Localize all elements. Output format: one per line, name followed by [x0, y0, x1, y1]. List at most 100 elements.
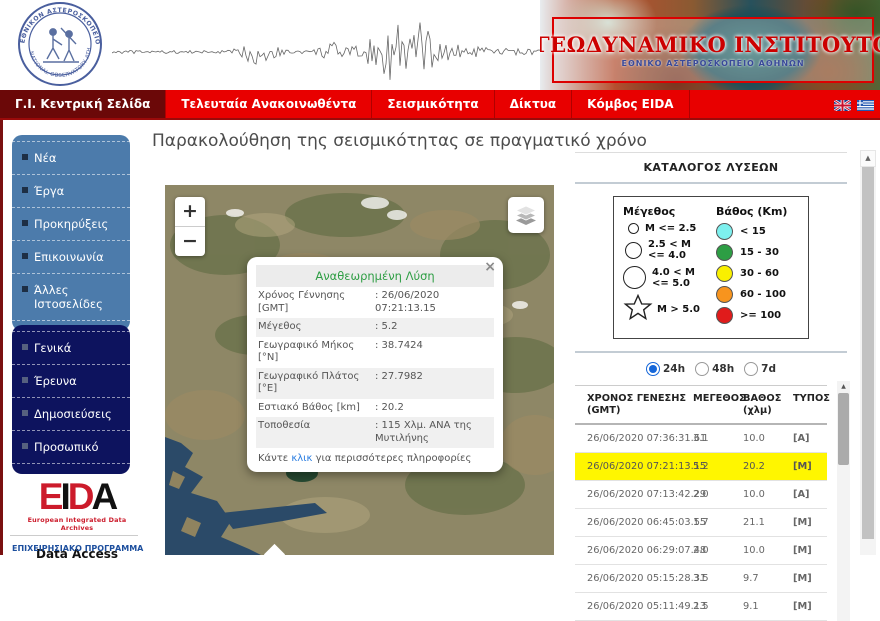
magnitude-legend: Μέγεθος M <= 2.5 2.5 < M <= 4.0 4.0 < M … [623, 205, 706, 330]
page-title: Παρακολούθηση της σεισμικότητας σε πραγμ… [152, 131, 647, 151]
depth-color-dot [716, 223, 733, 240]
legend-depth-4: 60 - 100 [716, 286, 799, 303]
col-header-magnitude[interactable]: ΜΕΓΕΘΟΣ [691, 385, 746, 426]
bullet-icon [22, 253, 28, 259]
scrollbar-thumb[interactable] [838, 393, 849, 465]
earthquake-table: ΧΡΟΝΟΣ ΓΕΝΕΣΗΣ (GMT) ΜΕΓΕΘΟΣ ΒΑΘΟΣ (χλμ)… [575, 385, 830, 621]
solutions-catalog-panel: ΚΑΤΑΛΟΓΟΣ ΛΥΣΕΩΝ Μέγεθος M <= 2.5 2.5 < … [575, 152, 850, 621]
legend-depth-2: 15 - 30 [716, 244, 799, 261]
depth-legend: Βάθος (Km) < 15 15 - 30 30 - 60 60 - 100… [716, 205, 799, 330]
scroll-up-icon[interactable]: ▲ [860, 150, 876, 167]
nav-networks[interactable]: Δίκτυα [495, 90, 573, 118]
operational-program-label: ΕΠΙΧΕΙΡΗΣΙΑΚΟ ΠΡΟΓΡΑΜΜΑ [12, 544, 144, 553]
sidebar-item-erga[interactable]: Έργα [12, 174, 130, 207]
legend-mag-2: 2.5 < M <= 4.0 [623, 239, 706, 261]
legend-depth-1: < 15 [716, 223, 799, 240]
page-left-border [0, 120, 3, 555]
type-cell: [M] [791, 508, 827, 538]
banner-frame: ΓΕΩΔΥΝΑΜΙΚΟ ΙΝΣΤΙΤΟΥΤΟ ΕΘΝΙΚΟ ΑΣΤΕΡΟΣΚΟΠ… [540, 17, 880, 83]
col-header-time[interactable]: ΧΡΟΝΟΣ ΓΕΝΕΣΗΣ (GMT) [575, 385, 691, 426]
sidebar-item-alles-istoselides[interactable]: Άλλες Ιστοσελίδες [12, 273, 130, 320]
seismogram-trace [111, 12, 548, 88]
star-icon [623, 293, 653, 325]
table-row[interactable]: 26/06/2020 07:21:13.15 5.2 20.2 [M] [575, 452, 827, 482]
legend-depth-5: >= 100 [716, 307, 799, 324]
table-header-row: ΧΡΟΝΟΣ ΓΕΝΕΣΗΣ (GMT) ΜΕΓΕΘΟΣ ΒΑΘΟΣ (χλμ)… [575, 385, 830, 426]
close-icon[interactable]: × [484, 260, 496, 274]
observatory-seal-logo: ΕΘΝΙΚΟΝ ΑΣΤΕΡΟΣΚΟΠΕΙΟΝ ΑΘΗΝΩΝ NATIONAL O… [7, 0, 110, 87]
type-cell: [A] [791, 480, 827, 510]
sidebar-item-dimosieuseis[interactable]: Δημοσιεύσεις [12, 397, 130, 430]
medium-circle-icon [625, 241, 642, 259]
more-info-link[interactable]: κλικ [291, 453, 312, 464]
popup-title: Αναθεωρημένη Λύση [256, 265, 494, 287]
type-cell: [M] [791, 536, 827, 566]
type-cell: [A] [791, 424, 827, 454]
popup-row-magnitude: Μέγεθος : 5.2 [256, 318, 494, 337]
uk-flag-icon[interactable] [833, 96, 852, 115]
greece-flag-icon[interactable] [857, 96, 874, 115]
popup-row-depth: Εστιακό Βάθος [km] : 20.2 [258, 401, 404, 413]
sidebar-item-nea[interactable]: Νέα [12, 141, 130, 174]
zoom-out-button[interactable]: − [175, 227, 205, 256]
nav-home[interactable]: Γ.Ι. Κεντρική Σελίδα [0, 90, 167, 118]
table-row[interactable]: 26/06/2020 05:15:28.31 3.5 9.7 [M] [575, 564, 827, 594]
range-7d-radio[interactable]: 7d [744, 362, 776, 376]
depth-color-dot [716, 286, 733, 303]
divider [12, 463, 130, 468]
nav-eida-node[interactable]: Κόμβος EIDA [572, 90, 690, 118]
legend-mag-4: M > 5.0 [623, 293, 706, 325]
depth-color-dot [716, 244, 733, 261]
table-row[interactable]: 26/06/2020 07:36:31.61 3.1 10.0 [A] [575, 424, 827, 454]
popup-row-longitude: Γεωγραφικό Μήκος [°N] : 38.7424 [258, 339, 423, 364]
sidebar-primary: Νέα Έργα Προκηρύξεις Επικοινωνία Άλλες Ι… [12, 135, 130, 331]
divider [10, 535, 138, 536]
zoom-in-button[interactable]: + [175, 197, 205, 227]
bullet-icon [22, 377, 28, 383]
popup-row-location: Τοποθεσία : 115 Χλμ. ΑΝΑ της Μυτιλήνης [256, 417, 494, 448]
seismicity-map[interactable]: + − × Αναθεωρημένη Λύση Χρόνος Γέννησης … [165, 185, 554, 555]
time-range-selector: 24h 48h 7d [575, 353, 847, 385]
nav-announcements[interactable]: Τελευταία Ανακοινωθέντα [166, 90, 373, 118]
range-24h-radio[interactable]: 24h [645, 362, 685, 376]
bullet-icon [22, 220, 28, 226]
earthquake-popup: × Αναθεωρημένη Λύση Χρόνος Γέννησης [GMT… [247, 257, 503, 472]
sidebar-item-erevna[interactable]: Έρευνα [12, 364, 130, 397]
radio-icon [695, 362, 710, 376]
table-row[interactable]: 26/06/2020 06:29:07.48 2.0 10.0 [M] [575, 536, 827, 566]
sidebar-item-prokirixeis[interactable]: Προκηρύξεις [12, 207, 130, 240]
sidebar-secondary: Γενικά Έρευνα Δημοσιεύσεις Προσωπικό [12, 325, 130, 474]
popup-row-origin-time: Χρόνος Γέννησης [GMT] : 26/06/2020 07:21… [258, 290, 440, 314]
eida-logo[interactable]: EIDA [14, 478, 140, 515]
popup-footer: Κάντε κλικ για περισσότερες πληροφορίες [258, 453, 472, 464]
layers-button[interactable] [508, 197, 544, 233]
table-scrollbar[interactable]: ▲ [837, 381, 850, 621]
legend-mag-3: 4.0 < M <= 5.0 [623, 266, 706, 289]
bullet-icon [22, 286, 28, 292]
layers-icon [515, 205, 537, 225]
type-cell: [M] [791, 452, 827, 482]
legend-mag-1: M <= 2.5 [623, 223, 706, 234]
table-row[interactable]: 26/06/2020 05:11:49.13 2.5 9.1 [M] [575, 592, 827, 621]
scroll-up-icon[interactable]: ▲ [837, 381, 850, 392]
legend-depth-3: 30 - 60 [716, 265, 799, 282]
divider [575, 182, 847, 184]
sidebar-item-epikoinonia[interactable]: Επικοινωνία [12, 240, 130, 273]
col-header-depth[interactable]: ΒΑΘΟΣ (χλμ) [741, 385, 791, 426]
institute-title: ΓΕΩΔΥΝΑΜΙΚΟ ΙΝΣΤΙΤΟΥΤΟ [540, 32, 880, 57]
table-row[interactable]: 26/06/2020 07:13:42.29 2.0 10.0 [A] [575, 480, 827, 510]
institute-subtitle: ΕΘΝΙΚΟ ΑΣΤΕΡΟΣΚΟΠΕΙΟ ΑΘΗΝΩΝ [621, 59, 805, 68]
small-circle-icon [628, 223, 639, 234]
depth-color-dot [716, 265, 733, 282]
radio-icon [744, 362, 759, 376]
sidebar-item-genika[interactable]: Γενικά [12, 331, 130, 364]
col-header-type[interactable]: ΤΥΠΟΣ [791, 385, 830, 426]
depth-color-dot [716, 307, 733, 324]
scrollbar-thumb[interactable] [862, 167, 874, 539]
page-scrollbar[interactable]: ▲ [860, 150, 876, 555]
range-48h-radio[interactable]: 48h [695, 362, 734, 376]
institute-banner: ΓΕΩΔΥΝΑΜΙΚΟ ΙΝΣΤΙΤΟΥΤΟ ΕΘΝΙΚΟ ΑΣΤΕΡΟΣΚΟΠ… [540, 0, 880, 90]
sidebar-item-prosopiko[interactable]: Προσωπικό [12, 430, 130, 463]
nav-seismicity[interactable]: Σεισμικότητα [372, 90, 495, 118]
table-row[interactable]: 26/06/2020 06:45:03.55 1.7 21.1 [M] [575, 508, 827, 538]
